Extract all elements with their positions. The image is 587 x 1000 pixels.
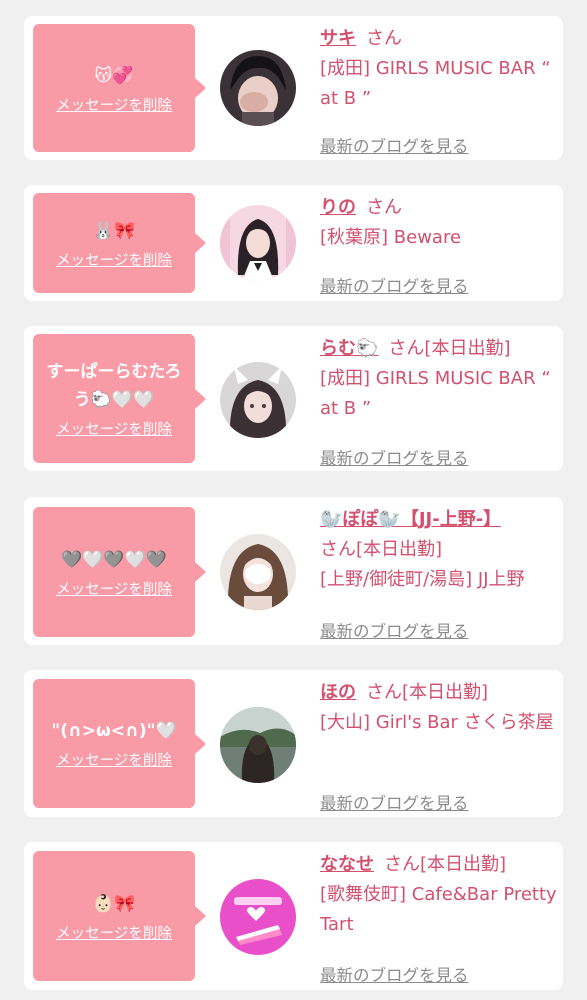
latest-blog-link[interactable]: 最新のブログを見る	[320, 962, 469, 986]
name-line: ななせ さん[本日出勤]	[320, 850, 558, 880]
status-badge: [本日出勤]	[420, 854, 507, 875]
latest-blog-link[interactable]: 最新のブログを見る	[320, 618, 469, 642]
message-text: 🐰🎀	[92, 220, 136, 241]
name-line: ほの さん[本日出勤]	[320, 678, 558, 708]
avatar[interactable]	[220, 362, 296, 438]
message-text: "(∩>ω<∩)"🤍	[51, 721, 177, 741]
delete-message-link[interactable]: メッセージを削除	[56, 749, 172, 770]
latest-blog-link[interactable]: 最新のブログを見る	[320, 273, 469, 297]
message-card: 🐰🎀 メッセージを削除 りの さん [秋葉原] Beware 最新のブログを見る	[24, 185, 563, 301]
message-text: すーぱーらむたろう🐑🤍🤍	[46, 362, 182, 410]
cast-name-link[interactable]: らむ🐑	[320, 338, 378, 359]
delete-message-link[interactable]: メッセージを削除	[56, 578, 172, 599]
delete-message-link[interactable]: メッセージを削除	[56, 249, 172, 270]
shop-name: [成田] GIRLS MUSIC BAR “ at B ”	[320, 58, 551, 109]
message-card: 🩶🤍🩶🤍🩶 メッセージを削除 🦭ぽぽ🦭【JJ-上野-】 さん[本日出勤] [上野…	[24, 497, 563, 645]
status-badge: [本日出勤]	[402, 682, 489, 703]
latest-blog-link[interactable]: 最新のブログを見る	[320, 133, 469, 157]
message-text: 😽💞	[94, 65, 134, 86]
name-line: りの さん	[320, 193, 558, 223]
shop-name: [成田] GIRLS MUSIC BAR “ at B ”	[320, 368, 551, 419]
message-bubble: 🐰🎀 メッセージを削除	[33, 193, 206, 293]
avatar[interactable]	[220, 707, 296, 783]
shop-name: [秋葉原] Beware	[320, 227, 462, 248]
latest-blog-link[interactable]: 最新のブログを見る	[320, 445, 469, 469]
message-bubble: すーぱーらむたろう🐑🤍🤍 メッセージを削除	[33, 334, 206, 463]
message-list: 😽💞 メッセージを削除 サキ さん [成田] GIRLS MUSIC BAR “ …	[0, 0, 587, 1000]
message-text: 👶🏻🎀	[92, 893, 136, 914]
message-card: 😽💞 メッセージを削除 サキ さん [成田] GIRLS MUSIC BAR “ …	[24, 16, 563, 160]
message-text: 🩶🤍🩶🤍🩶	[61, 549, 167, 570]
avatar[interactable]	[220, 879, 296, 955]
shop-name: [歌舞伎町] Cafe&Bar Pretty Tart	[320, 884, 557, 935]
message-bubble: 🩶🤍🩶🤍🩶 メッセージを削除	[33, 507, 206, 637]
message-card: 👶🏻🎀 メッセージを削除 ななせ さん[本日出勤] [歌舞伎町] Cafe&Bar…	[24, 842, 563, 990]
message-card: すーぱーらむたろう🐑🤍🤍 メッセージを削除 らむ🐑 さん[本日出勤] [成田] G…	[24, 326, 563, 471]
name-line: サキ さん	[320, 24, 558, 54]
honorific: さん	[366, 197, 402, 218]
name-line: らむ🐑 さん[本日出勤]	[320, 334, 558, 364]
message-card: "(∩>ω<∩)"🤍 メッセージを削除 ほの さん[本日出勤] [大山] Girl…	[24, 670, 563, 817]
shop-name: [大山] Girl's Bar さくら茶屋	[320, 712, 554, 733]
name-line: 🦭ぽぽ🦭【JJ-上野-】	[320, 505, 558, 535]
status-badge: [本日出勤]	[356, 539, 443, 560]
shop-name: [上野/御徒町/湯島] JJ上野	[320, 569, 525, 590]
message-bubble: 😽💞 メッセージを削除	[33, 24, 206, 152]
avatar[interactable]	[220, 534, 296, 610]
delete-message-link[interactable]: メッセージを削除	[56, 922, 172, 943]
cast-name-link[interactable]: ほの	[320, 682, 356, 703]
avatar[interactable]	[220, 50, 296, 126]
cast-name-link[interactable]: 🦭ぽぽ🦭【JJ-上野-】	[320, 509, 501, 530]
avatar[interactable]	[220, 205, 296, 281]
honorific: さん	[388, 338, 425, 359]
delete-message-link[interactable]: メッセージを削除	[56, 418, 172, 439]
cast-name-link[interactable]: サキ	[320, 28, 356, 49]
message-bubble: 👶🏻🎀 メッセージを削除	[33, 851, 206, 981]
status-badge: [本日出勤]	[424, 338, 511, 359]
delete-message-link[interactable]: メッセージを削除	[56, 94, 172, 115]
cast-name-link[interactable]: りの	[320, 197, 356, 218]
honorific: さん	[320, 539, 356, 560]
honorific: さん	[366, 682, 402, 703]
name-line: さん[本日出勤]	[320, 535, 558, 565]
honorific: さん	[384, 854, 420, 875]
honorific: さん	[366, 28, 402, 49]
latest-blog-link[interactable]: 最新のブログを見る	[320, 790, 469, 814]
cast-name-link[interactable]: ななせ	[320, 854, 374, 875]
message-bubble: "(∩>ω<∩)"🤍 メッセージを削除	[33, 679, 206, 808]
